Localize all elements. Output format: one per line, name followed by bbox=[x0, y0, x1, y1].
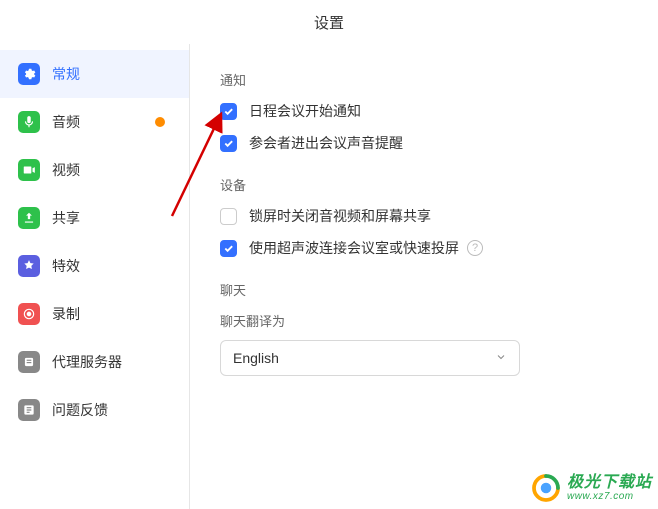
sidebar-item-label: 视频 bbox=[52, 160, 80, 180]
checkbox-icon bbox=[220, 135, 237, 152]
checkbox-ultrasonic[interactable]: 使用超声波连接会议室或快速投屏 ? bbox=[220, 238, 628, 258]
sidebar-item-video[interactable]: 视频 bbox=[0, 146, 189, 194]
translate-label: 聊天翻译为 bbox=[220, 311, 628, 330]
sidebar-item-audio[interactable]: 音频 bbox=[0, 98, 189, 146]
sidebar-item-label: 音频 bbox=[52, 112, 80, 132]
section-title-chat: 聊天 bbox=[220, 280, 628, 299]
proxy-icon bbox=[18, 351, 40, 373]
chevron-down-icon bbox=[495, 350, 507, 366]
sidebar-item-label: 共享 bbox=[52, 208, 80, 228]
feedback-icon bbox=[18, 399, 40, 421]
checkbox-icon bbox=[220, 103, 237, 120]
sidebar-item-proxy[interactable]: 代理服务器 bbox=[0, 338, 189, 386]
checkbox-participant-sound[interactable]: 参会者进出会议声音提醒 bbox=[220, 133, 628, 153]
content-panel: 通知 日程会议开始通知 参会者进出会议声音提醒 设备 锁屏时关闭音视频和屏幕共享 bbox=[190, 44, 658, 509]
sidebar-item-label: 录制 bbox=[52, 304, 80, 324]
share-icon bbox=[18, 207, 40, 229]
checkbox-lockscreen-close[interactable]: 锁屏时关闭音视频和屏幕共享 bbox=[220, 206, 628, 226]
sidebar-item-general[interactable]: 常规 bbox=[0, 50, 189, 98]
sidebar-item-label: 代理服务器 bbox=[52, 352, 122, 372]
language-select[interactable]: English bbox=[220, 340, 520, 376]
notification-badge bbox=[155, 117, 165, 127]
effects-icon bbox=[18, 255, 40, 277]
checkbox-label: 使用超声波连接会议室或快速投屏 bbox=[249, 238, 459, 258]
gear-icon bbox=[18, 63, 40, 85]
sidebar-item-record[interactable]: 录制 bbox=[0, 290, 189, 338]
page-title: 设置 bbox=[314, 12, 344, 33]
checkbox-schedule-notify[interactable]: 日程会议开始通知 bbox=[220, 101, 628, 121]
checkbox-label: 参会者进出会议声音提醒 bbox=[249, 133, 403, 153]
main-container: 常规 音频 视频 共享 特效 bbox=[0, 44, 658, 509]
checkbox-icon bbox=[220, 240, 237, 257]
mic-icon bbox=[18, 111, 40, 133]
settings-header: 设置 bbox=[0, 0, 658, 44]
checkbox-label: 锁屏时关闭音视频和屏幕共享 bbox=[249, 206, 431, 226]
section-title-device: 设备 bbox=[220, 175, 628, 194]
sidebar-item-share[interactable]: 共享 bbox=[0, 194, 189, 242]
sidebar-item-effects[interactable]: 特效 bbox=[0, 242, 189, 290]
record-icon bbox=[18, 303, 40, 325]
sidebar-item-label: 特效 bbox=[52, 256, 80, 276]
select-value: English bbox=[233, 350, 279, 366]
checkbox-label: 日程会议开始通知 bbox=[249, 101, 361, 121]
sidebar: 常规 音频 视频 共享 特效 bbox=[0, 44, 190, 509]
checkbox-icon bbox=[220, 208, 237, 225]
sidebar-item-label: 常规 bbox=[52, 64, 80, 84]
help-icon[interactable]: ? bbox=[467, 240, 483, 256]
sidebar-item-feedback[interactable]: 问题反馈 bbox=[0, 386, 189, 434]
sidebar-item-label: 问题反馈 bbox=[52, 400, 108, 420]
section-title-notifications: 通知 bbox=[220, 70, 628, 89]
video-icon bbox=[18, 159, 40, 181]
